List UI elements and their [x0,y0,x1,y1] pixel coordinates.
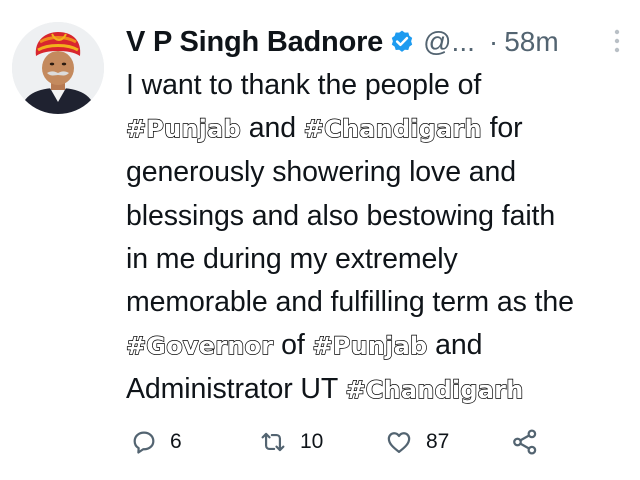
share-icon [510,427,540,457]
tweet-text-segment: memorable and fulfilling term as the [126,286,574,319]
tweet-text-line: Administrator UT #Chandigarh [126,368,631,412]
retweet-button[interactable]: 10 [258,424,323,460]
tweet-text-line: in me during my extremely [126,238,631,281]
tweet-text-segment: generously showering love and [126,156,517,189]
tweet-header: V P Singh Badnore @... · 58m [126,22,630,62]
hashtag-link[interactable]: #Governor [125,332,273,361]
tweet-text-segment: Administrator UT [126,373,346,406]
heart-icon [384,428,414,456]
tweet-card[interactable]: V P Singh Badnore @... · 58m I want to t… [0,0,640,480]
header-separator: · [488,26,499,57]
tweet-text-segment: blessings and also bestowing faith [126,199,556,232]
share-button[interactable] [510,424,540,460]
author-name[interactable]: V P Singh Badnore [126,26,383,59]
more-options-icon[interactable] [612,27,622,55]
reply-icon [130,428,158,456]
hashtag-link[interactable]: #Punjab [125,115,241,144]
like-count: 87 [426,430,450,453]
tweet-timestamp[interactable]: 58m [504,26,558,58]
like-button[interactable]: 87 [384,424,449,460]
author-handle[interactable]: @... [423,26,475,58]
avatar[interactable] [12,22,104,114]
hashtag-link[interactable]: #Chandigarh [303,115,482,144]
retweet-icon [258,428,288,456]
tweet-actions: 6 10 87 [126,424,556,460]
verified-badge-icon [389,29,415,55]
tweet-text-line: I want to thank the people of [126,64,631,107]
reply-button[interactable]: 6 [130,424,182,460]
retweet-count: 10 [300,430,324,453]
tweet-text-line: #Governor of #Punjab and [125,324,631,368]
tweet-text-segment: I want to thank the people of [126,69,482,101]
tweet-text-segment: of [273,329,313,362]
tweet-text: I want to thank the people of #Punjab and… [125,64,631,413]
tweet-text-segment: for [481,112,523,145]
tweet-text-segment: and [240,112,304,145]
tweet-text-line: memorable and fulfilling term as the [126,281,631,324]
tweet-text-line: blessings and also bestowing faith [126,195,631,238]
hashtag-link[interactable]: #Punjab [312,332,428,361]
reply-count: 6 [170,430,182,453]
tweet-text-line: generously showering love and [126,151,631,194]
tweet-text-segment: in me during my extremely [126,242,458,275]
tweet-text-segment: and [427,329,483,362]
hashtag-link[interactable]: #Chandigarh [345,376,524,405]
tweet-text-line: #Punjab and #Chandigarh for [125,107,631,151]
